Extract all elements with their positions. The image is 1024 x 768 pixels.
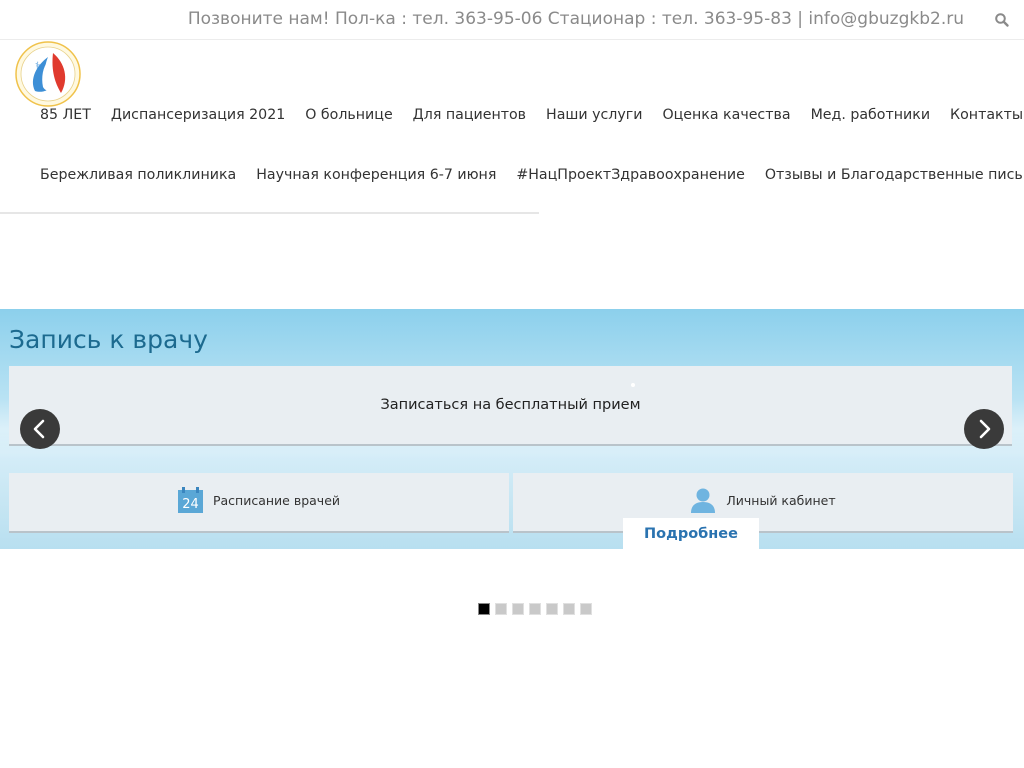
search-icon[interactable] bbox=[994, 12, 1010, 28]
appointment-banner: Запись к врачу Записаться на бесплатный … bbox=[0, 309, 1024, 549]
nav-item-dispensarization[interactable]: Диспансеризация 2021 bbox=[111, 107, 285, 123]
top-contact-bar: Позвоните нам! Пол-ка : тел. 363-95-06 С… bbox=[0, 0, 1024, 40]
pager-square-7[interactable] bbox=[580, 603, 592, 615]
nav-item-national-project[interactable]: #НацПроектЗдравоохранение bbox=[516, 167, 744, 183]
doctor-schedule-label: Расписание врачей bbox=[212, 492, 341, 508]
personal-account-button[interactable]: Личный кабинет bbox=[513, 473, 1013, 533]
pager-square-6[interactable] bbox=[563, 603, 575, 615]
hospital-logo[interactable]: ⚕ bbox=[15, 41, 81, 107]
free-appointment-button[interactable]: Записаться на бесплатный прием bbox=[9, 366, 1012, 446]
slider-next-button[interactable] bbox=[964, 409, 1004, 449]
banner-title: Запись к врачу bbox=[9, 325, 208, 354]
pager-square-2[interactable] bbox=[495, 603, 507, 615]
nav-row-1: 85 ЛЕТ Диспансеризация 2021 О больнице Д… bbox=[40, 107, 1023, 123]
nav-item-conference[interactable]: Научная конференция 6-7 июня bbox=[256, 167, 496, 183]
pager-square-1[interactable] bbox=[478, 603, 490, 615]
chevron-right-icon bbox=[979, 419, 991, 439]
nav-item-quality[interactable]: Оценка качества bbox=[662, 107, 790, 123]
nav-item-services[interactable]: Наши услуги bbox=[546, 107, 642, 123]
user-icon bbox=[690, 487, 716, 513]
contact-info: Позвоните нам! Пол-ка : тел. 363-95-06 С… bbox=[187, 9, 964, 29]
doctor-schedule-button[interactable]: 24 Расписание врачей bbox=[9, 473, 509, 533]
calendar-day: 24 bbox=[182, 497, 199, 512]
nav-divider bbox=[0, 212, 539, 214]
pager-square-3[interactable] bbox=[512, 603, 524, 615]
nav-item-reviews[interactable]: Отзывы и Благодарственные письма bbox=[765, 167, 1024, 183]
calendar-icon: 24 bbox=[177, 487, 203, 513]
nav-item-medical-staff[interactable]: Мед. работники bbox=[811, 107, 930, 123]
nav-item-85-years[interactable]: 85 ЛЕТ bbox=[40, 107, 91, 123]
nav-item-about[interactable]: О больнице bbox=[305, 107, 392, 123]
personal-account-label: Личный кабинет bbox=[726, 492, 836, 508]
more-details-link[interactable]: Подробнее bbox=[623, 518, 759, 549]
free-appointment-label: Записаться на бесплатный прием bbox=[380, 397, 641, 413]
nav-row-2: Бережливая поликлиника Научная конференц… bbox=[40, 167, 1024, 183]
slider-pagination bbox=[478, 603, 592, 615]
nav-item-patients[interactable]: Для пациентов bbox=[413, 107, 526, 123]
pager-square-5[interactable] bbox=[546, 603, 558, 615]
pager-square-4[interactable] bbox=[529, 603, 541, 615]
nav-item-lean-clinic[interactable]: Бережливая поликлиника bbox=[40, 167, 236, 183]
nav-item-contacts[interactable]: Контакты bbox=[950, 107, 1023, 123]
svg-text:⚕: ⚕ bbox=[35, 61, 40, 72]
slider-prev-button[interactable] bbox=[20, 409, 60, 449]
chevron-left-icon bbox=[33, 419, 45, 439]
